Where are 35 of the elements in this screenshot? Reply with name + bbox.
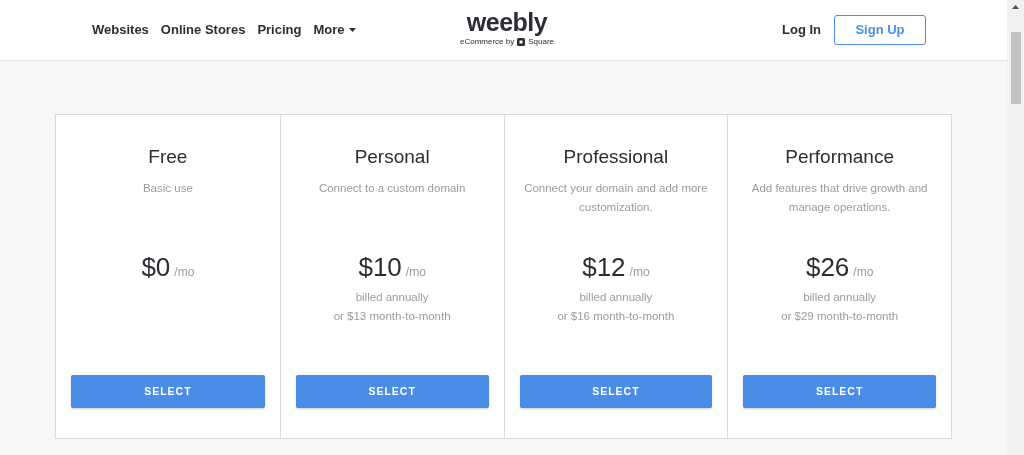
price-period: /mo [853,264,874,281]
login-link[interactable]: Log In [782,20,821,40]
plan-description: Add features that drive growth and manage operations. [750,181,929,215]
price-period: /mo [405,264,426,281]
tagline-brand: Square [528,36,554,48]
billing-note: billed annually [355,290,429,305]
plan-name: Free [148,145,188,169]
tagline-text: eCommerce by [459,36,515,48]
plan-description: Connect your domain and add more customization. [523,181,709,215]
plan-name: Professional [563,145,669,169]
billing-note: or $16 month-to-month [557,309,675,324]
billing-note: billed annually [579,290,653,305]
plan-price: $0 [141,251,171,284]
plan-price: $12 [582,251,626,284]
scrollbar-thumb[interactable] [1010,32,1021,104]
scroll-up-icon[interactable] [1012,5,1019,9]
plan-name: Personal [354,145,430,169]
plan-description: Connect to a custom domain [317,181,467,196]
nav-link[interactable]: Pricing [257,20,302,40]
caret-icon [348,28,356,32]
price-period: /mo [629,264,650,281]
square-logo-icon [517,38,526,46]
plan-description: Basic use [141,181,194,196]
scrollbar[interactable] [1007,0,1024,455]
billing-note: or $29 month-to-month [781,309,899,324]
billing-note: billed annually [803,290,877,305]
nav-link[interactable]: Online Stores [160,20,246,40]
more-menu[interactable]: More [313,20,356,40]
plan-name: Performance [785,145,894,169]
price-period: /mo [174,264,195,281]
billing-note: or $13 month-to-month [333,309,451,324]
plan-price: $10 [358,251,402,284]
logo-wordmark[interactable]: weebly [466,9,548,35]
nav-link[interactable]: Websites [92,20,149,40]
plan-price: $26 [805,251,850,284]
